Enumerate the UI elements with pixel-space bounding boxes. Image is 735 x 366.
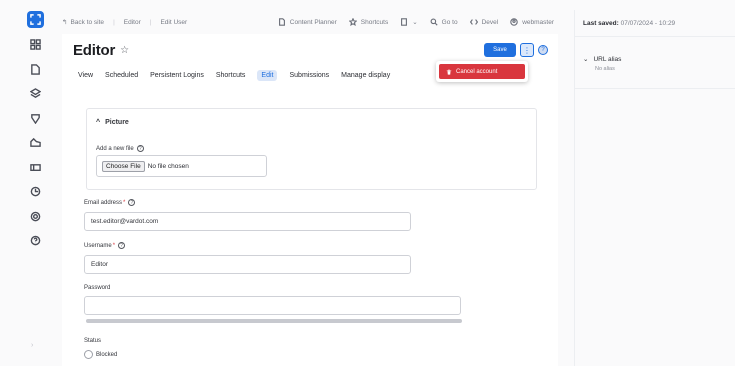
collapse-rail-icon[interactable]: › xyxy=(31,342,39,350)
last-saved: Last saved: 07/07/2024 - 10:29 xyxy=(583,20,675,27)
add-file-label-text: Add a new file xyxy=(96,145,134,152)
tab-view[interactable]: View xyxy=(78,72,93,79)
star-icon xyxy=(348,18,357,26)
picture-legend[interactable]: ^ Picture xyxy=(96,119,129,126)
dashboard-icon[interactable] xyxy=(27,37,43,53)
status-label: Status xyxy=(84,338,102,344)
config-icon[interactable] xyxy=(27,208,43,224)
structure-icon[interactable] xyxy=(27,86,43,102)
required-marker: * xyxy=(123,199,126,206)
more-actions-button[interactable]: ⋮ xyxy=(520,43,534,57)
required-marker: * xyxy=(112,242,116,249)
username-label-text: Username xyxy=(84,242,112,249)
tab-scheduled[interactable]: Scheduled xyxy=(105,72,138,79)
url-alias-value: No alias xyxy=(595,66,615,72)
back-to-site-link[interactable]: Back to site xyxy=(70,19,104,26)
page-title: Editor xyxy=(73,42,116,59)
content-planner-tool[interactable]: Content Planner xyxy=(278,18,337,26)
picture-legend-label: Picture xyxy=(105,119,129,126)
blocked-radio[interactable] xyxy=(84,350,93,359)
chevron-up-icon: ^ xyxy=(96,119,101,126)
file-icon xyxy=(278,18,285,26)
url-alias-label: URL alias xyxy=(593,55,622,63)
breadcrumb-separator: | xyxy=(149,18,152,26)
page-title-row: Editor ☆ xyxy=(73,42,129,59)
breadcrumb-user[interactable]: Editor xyxy=(124,19,141,26)
left-rail: › xyxy=(22,8,48,360)
no-file-text: No file chosen xyxy=(147,162,189,170)
tab-persistent-logins[interactable]: Persistent Logins xyxy=(150,72,204,79)
blocked-label: Blocked xyxy=(96,351,118,358)
toolbar-tools: Content Planner Shortcuts ⌄ Go to Devel … xyxy=(278,12,554,32)
content-icon[interactable] xyxy=(27,61,43,77)
tool-label: Devel xyxy=(481,18,499,26)
tab-submissions[interactable]: Submissions xyxy=(289,72,329,79)
username-label: Username * ? xyxy=(84,242,126,249)
tool-label: Shortcuts xyxy=(360,18,389,26)
more-actions-dropdown: Cancel account xyxy=(436,61,528,82)
help-circle-icon[interactable]: ? xyxy=(128,199,136,206)
chevron-down-icon: ⌄ xyxy=(583,56,589,63)
user-icon xyxy=(510,18,518,26)
url-alias-toggle[interactable]: ⌄ URL alias xyxy=(583,55,622,64)
last-saved-label: Last saved: xyxy=(583,20,619,27)
tool-label: webmaster xyxy=(522,18,554,26)
brand-logo[interactable] xyxy=(26,11,44,28)
help-circle-icon[interactable]: ? xyxy=(118,242,126,249)
file-upload-input[interactable]: Choose File No file chosen xyxy=(96,155,267,177)
page-icon xyxy=(401,18,408,26)
add-file-label: Add a new file ? xyxy=(96,145,144,152)
password-label-text: Password xyxy=(84,285,111,291)
blocked-radio-row[interactable]: Blocked xyxy=(84,350,117,359)
tab-manage-display[interactable]: Manage display xyxy=(341,72,390,79)
email-label-text: Email address xyxy=(84,199,123,206)
tab-edit[interactable]: Edit xyxy=(257,70,278,81)
help-button[interactable]: ? xyxy=(538,45,548,55)
password-label: Password xyxy=(84,285,110,291)
extend-icon[interactable] xyxy=(27,135,43,151)
save-button[interactable]: Save xyxy=(484,43,516,57)
page-menu-tool[interactable]: ⌄ xyxy=(400,18,418,26)
divider xyxy=(575,88,735,89)
breadcrumb: ↰ Back to site | Editor | Edit User xyxy=(62,18,188,27)
password-strength-bar xyxy=(86,319,462,323)
choose-file-button[interactable]: Choose File xyxy=(102,160,145,172)
cancel-account-label: Cancel account xyxy=(456,68,498,75)
email-field[interactable]: test.editor@vardot.com xyxy=(84,212,411,231)
username-field[interactable]: Editor xyxy=(84,255,411,274)
go-to-tool[interactable]: Go to xyxy=(430,18,458,26)
help-circle-icon[interactable]: ? xyxy=(136,145,144,152)
breadcrumb-separator: | xyxy=(113,18,115,26)
tab-bar: View Scheduled Persistent Logins Shortcu… xyxy=(78,70,390,81)
back-arrow-icon: ↰ xyxy=(62,19,68,26)
cancel-account-item[interactable]: Cancel account xyxy=(439,64,525,79)
top-toolbar: ↰ Back to site | Editor | Edit User Cont… xyxy=(62,12,558,32)
shortcuts-tool[interactable]: Shortcuts xyxy=(348,18,389,26)
meta-sidebar: Last saved: 07/07/2024 - 10:29 ⌄ URL ali… xyxy=(574,10,735,366)
tool-label: Go to xyxy=(441,18,458,26)
appearance-icon[interactable] xyxy=(27,110,43,126)
trash-icon xyxy=(446,69,452,75)
reports-icon[interactable] xyxy=(27,184,43,200)
chevron-down-icon: ⌄ xyxy=(412,19,418,26)
search-icon xyxy=(430,18,438,26)
divider xyxy=(575,36,735,37)
devel-tool[interactable]: Devel xyxy=(469,18,499,26)
tab-shortcuts[interactable]: Shortcuts xyxy=(216,72,246,79)
favorite-star-icon[interactable]: ☆ xyxy=(120,45,129,56)
main-content: Editor ☆ Save ⋮ ? View Scheduled Persist… xyxy=(62,34,558,366)
code-icon xyxy=(469,19,478,25)
breadcrumb-current: Edit User xyxy=(160,18,188,26)
picture-fieldset: ^ Picture Add a new file ? Choose File N… xyxy=(86,108,537,190)
help-icon[interactable] xyxy=(27,233,43,249)
people-icon[interactable] xyxy=(27,159,43,175)
user-menu-tool[interactable]: webmaster xyxy=(510,18,554,26)
header-actions: Save ⋮ ? xyxy=(484,43,548,57)
password-field[interactable] xyxy=(84,296,461,315)
email-label: Email address * ? xyxy=(84,199,136,206)
logo-icon xyxy=(29,14,41,25)
last-saved-value: 07/07/2024 - 10:29 xyxy=(620,20,676,27)
tool-label: Content Planner xyxy=(289,18,337,26)
